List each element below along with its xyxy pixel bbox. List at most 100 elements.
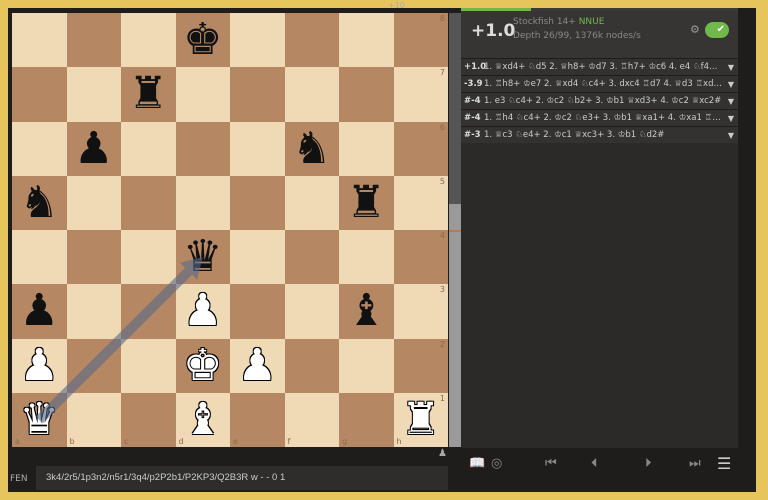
square-d3[interactable]: ♟ [175, 284, 230, 339]
square-c6[interactable] [121, 121, 176, 176]
black-king[interactable]: ♚ [183, 18, 222, 62]
square-a6[interactable] [12, 121, 67, 176]
expand-icon[interactable]: ▼ [728, 131, 734, 140]
white-bishop[interactable]: ♝ [183, 397, 222, 442]
square-g7[interactable] [339, 67, 394, 122]
black-knight[interactable]: ♞ [292, 126, 331, 171]
square-h1[interactable]: ♜ 1 h [393, 392, 448, 447]
square-f1[interactable]: f [284, 392, 339, 447]
square-a5[interactable]: ♞ [12, 175, 67, 230]
square-b2[interactable] [66, 338, 121, 393]
square-f5[interactable] [284, 175, 339, 230]
square-c7[interactable]: ♜ [121, 67, 176, 122]
square-a8[interactable] [12, 13, 67, 68]
white-pawn[interactable]: ♟ [20, 343, 59, 388]
black-knight[interactable]: ♞ [20, 180, 59, 225]
last-move-icon[interactable]: ⏭ [689, 456, 701, 471]
square-g4[interactable] [339, 230, 394, 285]
square-h5[interactable]: 5 [393, 175, 448, 230]
white-king[interactable]: ♚ [183, 343, 222, 388]
black-bishop[interactable]: ♝ [347, 289, 386, 333]
expand-icon[interactable]: ▼ [728, 97, 734, 106]
pv-line[interactable]: #-4 1. e3 ♘c4+ 2. ♔c2 ♘b2+ 3. ♔b1 ♕xd3+ 4… [461, 92, 738, 109]
square-h8[interactable]: 8 [393, 13, 448, 68]
square-e8[interactable] [230, 13, 285, 68]
black-pawn[interactable]: ♟ [20, 289, 59, 333]
black-rook[interactable]: ♜ [347, 180, 386, 225]
square-b5[interactable] [66, 175, 121, 230]
square-h4[interactable]: 4 [393, 230, 448, 285]
square-c5[interactable] [121, 175, 176, 230]
chess-board[interactable]: ♚ 8 ♜ 7 ♟ ♞ 6 ♞ ♜ 5 ♛ 4 ♟ ♟ ♝ 3 ♟ ♚ ♟ 2 ♛ a b c ♝ d e f g ♜ 1 h [12, 13, 448, 447]
black-pawn[interactable]: ♟ [74, 126, 113, 171]
square-d8[interactable]: ♚ [175, 13, 230, 68]
square-f4[interactable] [284, 230, 339, 285]
square-e6[interactable] [230, 121, 285, 176]
square-f2[interactable] [284, 338, 339, 393]
square-a3[interactable]: ♟ [12, 284, 67, 339]
square-g2[interactable] [339, 338, 394, 393]
book-icon[interactable]: 📖 [469, 456, 485, 471]
square-g1[interactable]: g [339, 392, 394, 447]
expand-icon[interactable]: ▼ [728, 114, 734, 123]
square-b7[interactable] [66, 67, 121, 122]
target-icon[interactable]: ◎ [491, 456, 502, 471]
square-e5[interactable] [230, 175, 285, 230]
square-e7[interactable] [230, 67, 285, 122]
menu-icon[interactable]: ☰ [717, 454, 731, 473]
engine-toggle[interactable]: ✔ [705, 22, 729, 38]
pv-line[interactable]: +1.0 1. ♕xd4+ ♘d5 2. ♕h8+ ♔d7 3. ♖h7+ ♔c6… [461, 58, 738, 75]
square-h7[interactable]: 7 [393, 67, 448, 122]
square-d5[interactable] [175, 175, 230, 230]
pv-line[interactable]: #-4 1. ♖h4 ♘c4+ 2. ♔c2 ♘e3+ 3. ♔b1 ♕xa1+ … [461, 109, 738, 126]
square-a1[interactable]: ♛ a [12, 392, 67, 447]
square-e4[interactable] [230, 230, 285, 285]
square-d1[interactable]: ♝ d [175, 392, 230, 447]
square-f3[interactable] [284, 284, 339, 339]
engine-settings-icon[interactable]: ⚙ [690, 23, 700, 36]
square-c1[interactable]: c [121, 392, 176, 447]
square-h2[interactable]: 2 [393, 338, 448, 393]
pv-line[interactable]: -3.9 1. ♖h8+ ♔e7 2. ♕xd4 ♘c4+ 3. dxc4 ♖d7… [461, 75, 738, 92]
square-d4[interactable]: ♛ [175, 230, 230, 285]
square-c8[interactable] [121, 13, 176, 68]
square-g6[interactable] [339, 121, 394, 176]
square-h3[interactable]: 3 [393, 284, 448, 339]
white-pawn[interactable]: ♟ [238, 343, 277, 388]
square-a7[interactable] [12, 67, 67, 122]
square-f7[interactable] [284, 67, 339, 122]
fen-input[interactable] [36, 466, 448, 490]
square-g8[interactable] [339, 13, 394, 68]
square-c4[interactable] [121, 230, 176, 285]
white-rook[interactable]: ♜ [401, 397, 440, 442]
square-c2[interactable] [121, 338, 176, 393]
square-a2[interactable]: ♟ [12, 338, 67, 393]
square-e3[interactable] [230, 284, 285, 339]
square-g5[interactable]: ♜ [339, 175, 394, 230]
next-move-icon[interactable]: ⏵ [645, 456, 652, 471]
prev-move-icon[interactable]: ⏴ [591, 456, 598, 471]
black-rook[interactable]: ♜ [129, 72, 168, 116]
square-f8[interactable] [284, 13, 339, 68]
square-d2[interactable]: ♚ [175, 338, 230, 393]
square-e1[interactable]: e [230, 392, 285, 447]
square-c3[interactable] [121, 284, 176, 339]
square-h6[interactable]: 6 [393, 121, 448, 176]
square-d6[interactable] [175, 121, 230, 176]
square-d7[interactable] [175, 67, 230, 122]
square-f6[interactable]: ♞ [284, 121, 339, 176]
black-queen[interactable]: ♛ [183, 235, 222, 279]
white-pawn[interactable]: ♟ [183, 289, 222, 333]
square-b3[interactable] [66, 284, 121, 339]
square-g3[interactable]: ♝ [339, 284, 394, 339]
square-e2[interactable]: ♟ [230, 338, 285, 393]
expand-icon[interactable]: ▼ [728, 80, 734, 89]
square-a4[interactable] [12, 230, 67, 285]
expand-icon[interactable]: ▼ [728, 63, 734, 72]
square-b6[interactable]: ♟ [66, 121, 121, 176]
square-b8[interactable] [66, 13, 121, 68]
pv-line[interactable]: #-3 1. ♕c3 ♘e4+ 2. ♔c1 ♕xc3+ 3. ♔b1 ♘d2# ▼ [461, 126, 738, 143]
first-move-icon[interactable]: ⏮ [545, 456, 557, 471]
white-queen[interactable]: ♛ [20, 397, 59, 442]
square-b4[interactable] [66, 230, 121, 285]
